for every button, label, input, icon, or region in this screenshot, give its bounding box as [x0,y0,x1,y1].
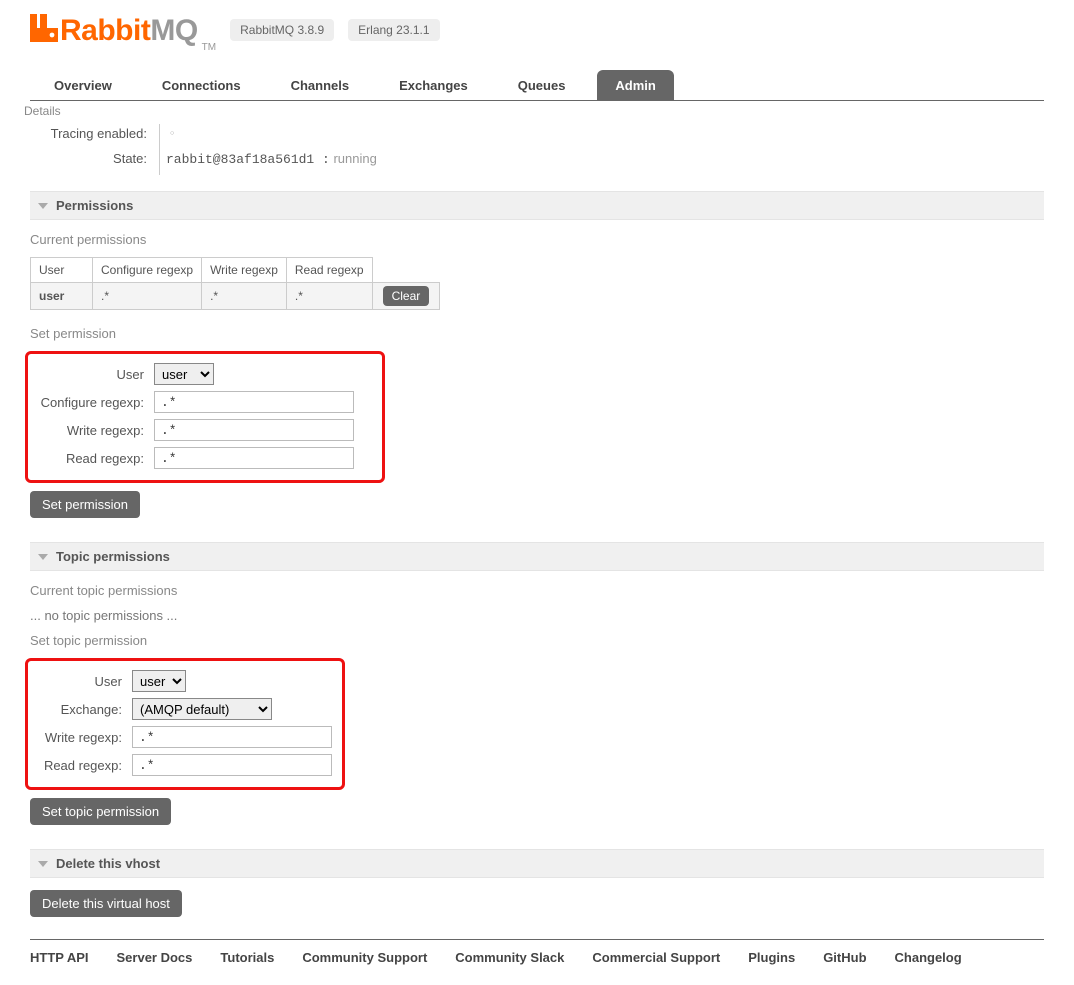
cell-read: .* [286,283,372,310]
version-badge-erlang: Erlang 23.1.1 [348,19,439,41]
tab-channels[interactable]: Channels [273,70,368,100]
col-write: Write regexp [202,258,287,283]
chevron-down-icon [38,554,48,560]
current-topic-heading: Current topic permissions [30,583,1044,598]
tracing-label: Tracing enabled: [30,124,153,149]
section-permissions[interactable]: Permissions [30,191,1044,220]
perm-read-input[interactable] [154,447,354,469]
trademark: TM [202,42,216,53]
section-permissions-title: Permissions [56,198,133,213]
tab-admin[interactable]: Admin [597,70,673,100]
tracing-indicator-icon: ○ [170,130,174,137]
chevron-down-icon [38,203,48,209]
col-configure: Configure regexp [93,258,202,283]
tab-queues[interactable]: Queues [500,70,584,100]
section-delete-title: Delete this vhost [56,856,160,871]
no-topic-permissions-msg: ... no topic permissions ... [30,608,1044,623]
clear-button[interactable]: Clear [383,286,430,306]
section-topic-permissions[interactable]: Topic permissions [30,542,1044,571]
topic-exchange-select[interactable]: (AMQP default) [132,698,272,720]
topic-exchange-label: Exchange: [38,702,132,717]
current-permissions-heading: Current permissions [30,232,1044,247]
footer-http-api[interactable]: HTTP API [30,950,89,965]
perm-configure-input[interactable] [154,391,354,413]
cell-write: .* [202,283,287,310]
footer-tutorials[interactable]: Tutorials [220,950,274,965]
perm-user-select[interactable]: user [154,363,214,385]
footer-links: HTTP API Server Docs Tutorials Community… [30,950,1044,965]
state-node: rabbit@83af18a561d1 : [166,152,330,167]
section-delete-vhost[interactable]: Delete this vhost [30,849,1044,878]
tab-exchanges[interactable]: Exchanges [381,70,486,100]
set-topic-heading: Set topic permission [30,633,1044,648]
footer-commercial-support[interactable]: Commercial Support [592,950,720,965]
details-heading: Details [24,104,1044,118]
topic-write-label: Write regexp: [38,730,132,745]
perm-read-label: Read regexp: [38,451,154,466]
topic-read-label: Read regexp: [38,758,132,773]
footer-community-support[interactable]: Community Support [302,950,427,965]
state-label: State: [30,149,153,174]
chevron-down-icon [38,861,48,867]
perm-write-input[interactable] [154,419,354,441]
brand-rabbit: Rabbit [60,14,150,47]
footer-server-docs[interactable]: Server Docs [117,950,193,965]
table-row: user .* .* .* Clear [31,283,440,310]
footer-changelog[interactable]: Changelog [895,950,962,965]
topic-user-select[interactable]: user [132,670,186,692]
set-topic-form: User user Exchange: (AMQP default) Write… [25,658,345,790]
table-header-row: User Configure regexp Write regexp Read … [31,258,440,283]
header: RabbitMQ TM RabbitMQ 3.8.9 Erlang 23.1.1 [30,12,1044,48]
delete-vhost-button[interactable]: Delete this virtual host [30,890,182,917]
details-block: Tracing enabled: State: ○ rabbit@83af18a… [30,124,1044,175]
perm-configure-label: Configure regexp: [38,395,154,410]
col-user: User [31,258,93,283]
tab-overview[interactable]: Overview [36,70,130,100]
col-read: Read regexp [286,258,372,283]
rabbitmq-logo-icon [30,14,58,42]
cell-user: user [31,283,93,310]
section-topic-title: Topic permissions [56,549,170,564]
set-permission-form: User user Configure regexp: Write regexp… [25,351,385,483]
footer-separator [30,939,1044,940]
topic-user-label: User [38,674,132,689]
topic-read-input[interactable] [132,754,332,776]
brand-mq: MQ [150,14,197,47]
cell-configure: .* [93,283,202,310]
perm-write-label: Write regexp: [38,423,154,438]
set-topic-permission-button[interactable]: Set topic permission [30,798,171,825]
footer-plugins[interactable]: Plugins [748,950,795,965]
permissions-table: User Configure regexp Write regexp Read … [30,257,440,310]
set-permission-heading: Set permission [30,326,1044,341]
set-permission-button[interactable]: Set permission [30,491,140,518]
topic-write-input[interactable] [132,726,332,748]
footer-community-slack[interactable]: Community Slack [455,950,564,965]
version-badge-rabbitmq: RabbitMQ 3.8.9 [230,19,334,41]
perm-user-label: User [38,367,154,382]
tab-connections[interactable]: Connections [144,70,259,100]
footer-github[interactable]: GitHub [823,950,866,965]
state-status: running [333,151,376,166]
nav-tabs: Overview Connections Channels Exchanges … [30,70,1044,101]
logo: RabbitMQ TM [30,12,216,48]
